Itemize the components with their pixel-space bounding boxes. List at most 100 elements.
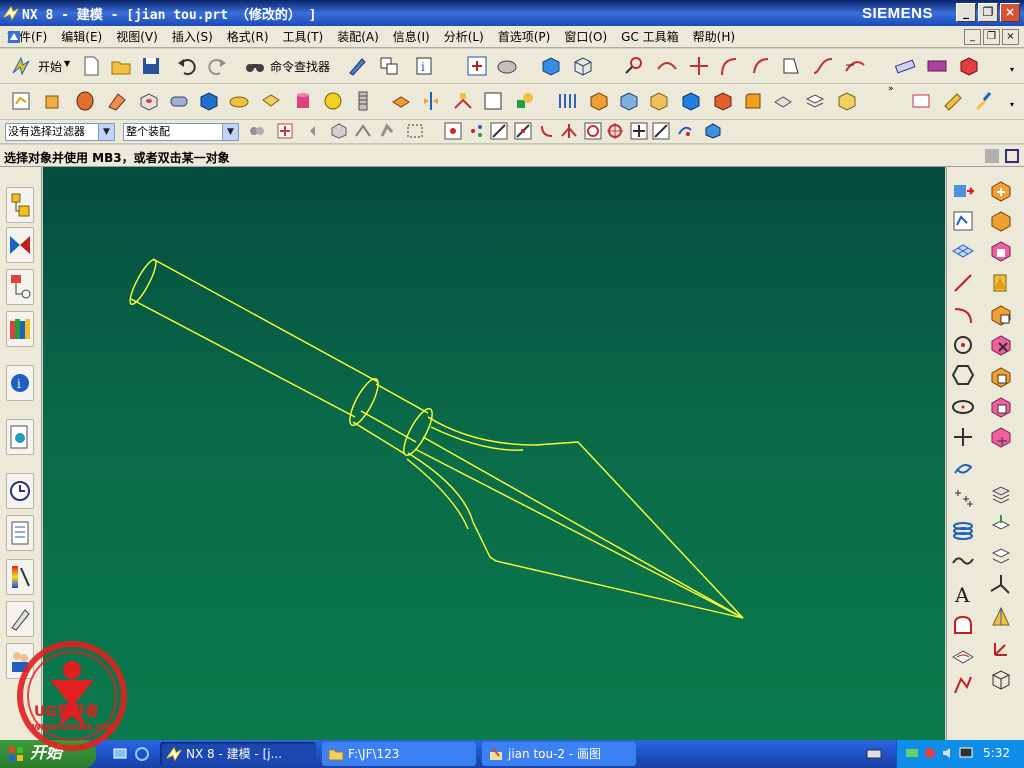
shaded-view-icon[interactable]	[540, 55, 562, 77]
block-icon[interactable]	[198, 90, 220, 112]
keyboard-icon[interactable]	[866, 747, 882, 761]
hole-icon[interactable]	[138, 90, 160, 112]
toolbar-overflow-icon-3[interactable]: ▾	[1010, 100, 1014, 109]
layer-settings-icon[interactable]	[989, 483, 1013, 507]
offset-curve-icon[interactable]	[780, 55, 802, 77]
unite-icon[interactable]	[648, 90, 670, 112]
fillet-curve-icon[interactable]	[718, 55, 740, 77]
menu-gc-toolkit[interactable]: GC 工具箱	[614, 28, 686, 45]
constraint-navigator-tab[interactable]	[6, 227, 34, 263]
toolbar-overflow-icon[interactable]: ▾	[1010, 65, 1014, 74]
helix-icon[interactable]	[951, 457, 975, 481]
move-to-layer-icon[interactable]	[989, 513, 1013, 537]
copy-object-icon[interactable]	[378, 55, 400, 77]
shell-icon[interactable]	[804, 90, 826, 112]
sketch-in-task-icon[interactable]	[951, 209, 975, 233]
chevron-down-icon[interactable]: ▼	[222, 124, 238, 140]
sketch-plane-icon[interactable]	[910, 90, 932, 112]
fit-view-icon[interactable]	[466, 55, 488, 77]
extrude-icon[interactable]	[42, 90, 64, 112]
menu-assemblies[interactable]: 装配(A)	[330, 28, 386, 45]
chamfer-icon[interactable]	[772, 90, 794, 112]
composite-curve-icon[interactable]	[951, 673, 975, 697]
hd3d-tools-tab[interactable]: i	[6, 365, 34, 401]
snap-control-point-icon[interactable]	[538, 122, 556, 140]
assembly-constraints-icon[interactable]	[989, 365, 1013, 389]
start-button[interactable]: 开始	[38, 58, 62, 75]
rotate-view-icon[interactable]	[496, 55, 518, 77]
wcs-orient-icon[interactable]	[989, 667, 1013, 691]
wcs-dynamic-icon[interactable]	[989, 573, 1013, 597]
menu-insert[interactable]: 插入(S)	[165, 28, 220, 45]
component-array-icon[interactable]	[989, 271, 1013, 295]
assembly-navigator-tab[interactable]	[6, 187, 34, 223]
pocket-icon[interactable]	[260, 90, 282, 112]
filter-icon[interactable]	[248, 122, 266, 140]
type-filter-combo[interactable]: 没有选择过滤器 ▼	[5, 123, 115, 141]
offset-curve-face-icon[interactable]	[951, 613, 975, 637]
sweep-icon[interactable]	[106, 90, 128, 112]
menu-format[interactable]: 格式(R)	[220, 28, 276, 45]
part-navigator-tab[interactable]	[6, 269, 34, 305]
assembly-icon[interactable]	[958, 55, 980, 77]
information-icon[interactable]: i	[414, 55, 436, 77]
menu-view[interactable]: 视图(V)	[109, 28, 165, 45]
reuse-library-tab[interactable]	[6, 311, 34, 347]
sketch-icon[interactable]	[10, 90, 32, 112]
snap-point-on-curve-icon[interactable]	[652, 122, 670, 140]
nx-menu-icon[interactable]	[7, 30, 21, 44]
start-icon[interactable]	[10, 55, 32, 77]
bridge-curve-icon[interactable]	[844, 55, 866, 77]
reposition-component-icon[interactable]	[989, 395, 1013, 419]
wireframe-view-icon[interactable]	[572, 55, 594, 77]
create-component-icon[interactable]	[989, 209, 1013, 233]
process-studio-tab[interactable]	[6, 559, 34, 595]
split-body-icon[interactable]	[618, 90, 640, 112]
sphere-icon[interactable]	[322, 90, 344, 112]
web-browser-tab[interactable]	[6, 419, 34, 455]
thread-icon[interactable]	[352, 90, 374, 112]
snap-bounded-grid-icon[interactable]	[704, 122, 722, 140]
law-curve-icon[interactable]	[951, 549, 975, 573]
edit-object-icon[interactable]	[346, 55, 368, 77]
close-button[interactable]: ×	[1000, 3, 1020, 22]
measure-icon[interactable]	[926, 55, 948, 77]
move-component-icon[interactable]	[989, 333, 1013, 357]
snap-arc-center-icon[interactable]	[584, 122, 602, 140]
snap-end-point-icon[interactable]	[490, 122, 508, 140]
copy-to-layer-icon[interactable]	[989, 543, 1013, 567]
title-bar[interactable]: NX 8 - 建模 - [jian tou.prt （修改的） ] SIEMEN…	[0, 0, 1024, 26]
taskbar-nx-window[interactable]: NX 8 - 建模 - [j...	[160, 742, 316, 766]
spring-icon[interactable]	[951, 519, 975, 543]
tray-security-icon[interactable]	[923, 746, 937, 760]
brush-icon[interactable]	[972, 90, 994, 112]
point-set-icon[interactable]	[951, 487, 975, 511]
trim-curve-icon[interactable]	[656, 55, 678, 77]
manufacturing-wizards-tab[interactable]	[6, 601, 34, 637]
mirror-assembly-icon[interactable]	[989, 303, 1013, 327]
text-icon[interactable]: A	[951, 581, 975, 605]
ie-icon[interactable]	[134, 746, 150, 762]
select-body-icon[interactable]	[354, 122, 372, 140]
undo-icon[interactable]	[176, 55, 198, 77]
snap-point-icon[interactable]	[276, 122, 294, 140]
snap-intersection-icon[interactable]	[560, 122, 578, 140]
arc-circle-icon[interactable]	[951, 303, 975, 327]
snap-existing-point-icon[interactable]	[630, 122, 648, 140]
system-materials-tab[interactable]	[6, 515, 34, 551]
menu-analysis[interactable]: 分析(L)	[437, 28, 491, 45]
tube-icon[interactable]	[168, 90, 190, 112]
taskbar-paint-window[interactable]: jian tou-2 - 画图	[482, 742, 636, 766]
graphics-window[interactable]	[43, 167, 945, 740]
point-snap-icon[interactable]	[622, 55, 644, 77]
menu-help[interactable]: 帮助(H)	[686, 28, 742, 45]
through-curves-icon[interactable]	[556, 90, 578, 112]
doc-restore-button[interactable]: ❐	[983, 29, 1000, 45]
select-feature-icon[interactable]	[330, 122, 348, 140]
status-grid-icon[interactable]	[984, 148, 1000, 164]
new-parent-icon[interactable]	[989, 239, 1013, 263]
datum-csys-icon[interactable]	[514, 90, 536, 112]
spline-icon[interactable]	[812, 55, 834, 77]
arc-icon[interactable]	[750, 55, 772, 77]
menu-information[interactable]: 信息(I)	[386, 28, 437, 45]
